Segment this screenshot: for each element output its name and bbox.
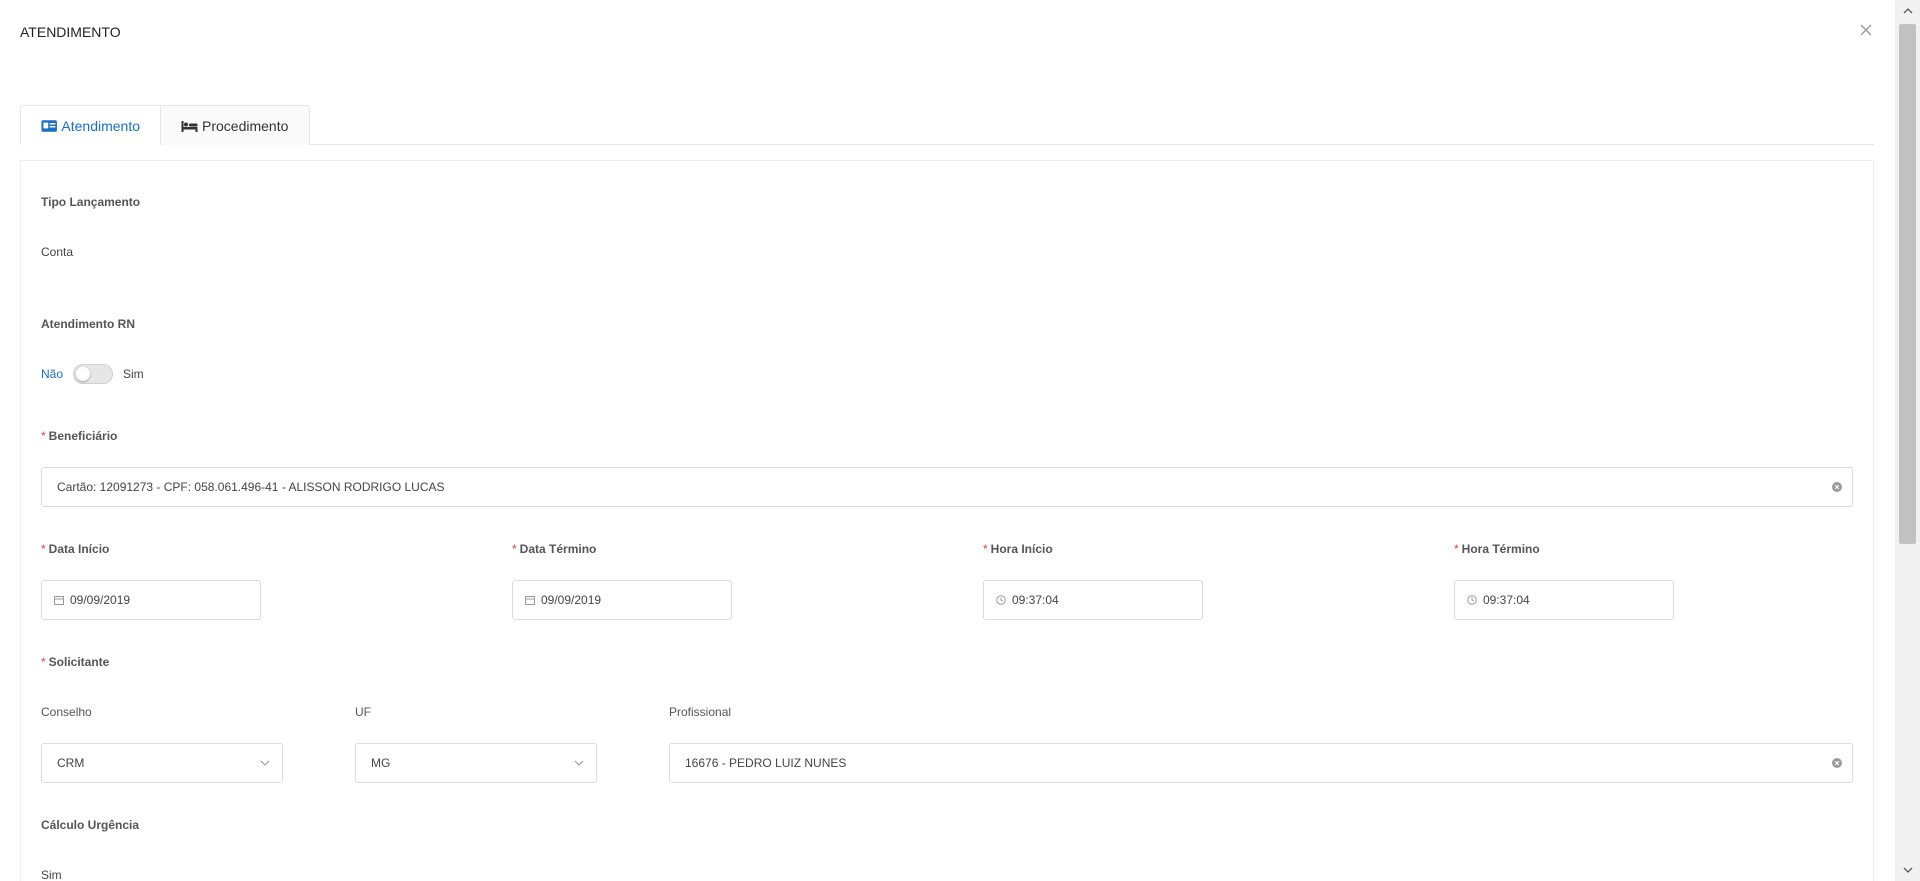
solicitante-label: * Solicitante: [41, 655, 110, 669]
uf-value: MG: [371, 756, 391, 770]
uf-select[interactable]: MG: [355, 743, 597, 783]
toggle-off-label: Não: [41, 367, 64, 381]
data-termino-value: 09/09/2019: [541, 593, 602, 607]
data-termino-label: * Data Término: [512, 542, 597, 556]
switch-knob: [76, 367, 91, 381]
uf-label: UF: [355, 705, 371, 719]
calculo-urgencia-label: Cálculo Urgência: [41, 818, 140, 832]
clock-icon: [1467, 595, 1477, 605]
bed-icon: [181, 120, 198, 132]
atendimento-rn-toggle-row: Não Sim: [41, 364, 144, 384]
beneficiario-select[interactable]: Cartão: 12091273 - CPF: 058.061.496-41 -…: [41, 467, 1853, 507]
scroll-thumb[interactable]: [1899, 24, 1916, 544]
chevron-down-icon: [260, 760, 270, 766]
clear-icon[interactable]: [1832, 482, 1842, 492]
hora-inicio-picker[interactable]: 09:37:04: [983, 580, 1203, 620]
modal-title: ATENDIMENTO: [20, 24, 121, 40]
data-inicio-picker[interactable]: 09/09/2019: [41, 580, 261, 620]
close-icon[interactable]: [1858, 22, 1874, 38]
conselho-select[interactable]: CRM: [41, 743, 283, 783]
calculo-urgencia-value: Sim: [41, 868, 62, 881]
tab-label: Procedimento: [202, 117, 289, 134]
tab-bar: Atendimento Procedimento: [20, 105, 310, 145]
scroll-down-button[interactable]: [1895, 859, 1920, 881]
required-marker: *: [41, 429, 46, 443]
chevron-down-icon: [574, 760, 584, 766]
hora-termino-value: 09:37:04: [1483, 593, 1530, 607]
tab-divider: [310, 144, 1874, 145]
conselho-value: CRM: [57, 756, 85, 770]
vertical-scrollbar[interactable]: [1895, 0, 1920, 881]
data-inicio-label: * Data Início: [41, 542, 110, 556]
profissional-label: Profissional: [669, 705, 732, 719]
chevron-up-icon: [1903, 8, 1912, 14]
clear-icon[interactable]: [1832, 758, 1842, 768]
calendar-icon: [54, 596, 64, 605]
clock-icon: [996, 595, 1006, 605]
id-card-icon: [41, 119, 57, 132]
tab-atendimento[interactable]: Atendimento: [20, 105, 161, 145]
beneficiario-label: * Beneficiário: [41, 429, 118, 443]
data-inicio-value: 09/09/2019: [70, 593, 131, 607]
calendar-icon: [525, 596, 535, 605]
data-termino-picker[interactable]: 09/09/2019: [512, 580, 732, 620]
chevron-down-icon: [1903, 867, 1912, 873]
hora-inicio-value: 09:37:04: [1012, 593, 1059, 607]
tab-procedimento[interactable]: Procedimento: [161, 105, 310, 145]
atendimento-rn-switch[interactable]: [73, 364, 114, 384]
hora-termino-label: * Hora Término: [1454, 542, 1540, 556]
profissional-value: 16676 - PEDRO LUIZ NUNES: [685, 756, 847, 770]
scroll-up-button[interactable]: [1895, 0, 1920, 22]
conselho-label: Conselho: [41, 705, 92, 719]
atendimento-rn-label: Atendimento RN: [41, 317, 135, 331]
hora-termino-picker[interactable]: 09:37:04: [1454, 580, 1674, 620]
beneficiario-value: Cartão: 12091273 - CPF: 058.061.496-41 -…: [57, 480, 445, 494]
tipo-lancamento-value: Conta: [41, 245, 74, 259]
toggle-on-label: Sim: [123, 367, 144, 381]
hora-inicio-label: * Hora Início: [983, 542, 1053, 556]
tipo-lancamento-label: Tipo Lançamento: [41, 195, 141, 209]
profissional-select[interactable]: 16676 - PEDRO LUIZ NUNES: [669, 743, 1853, 783]
tab-label: Atendimento: [61, 117, 140, 134]
